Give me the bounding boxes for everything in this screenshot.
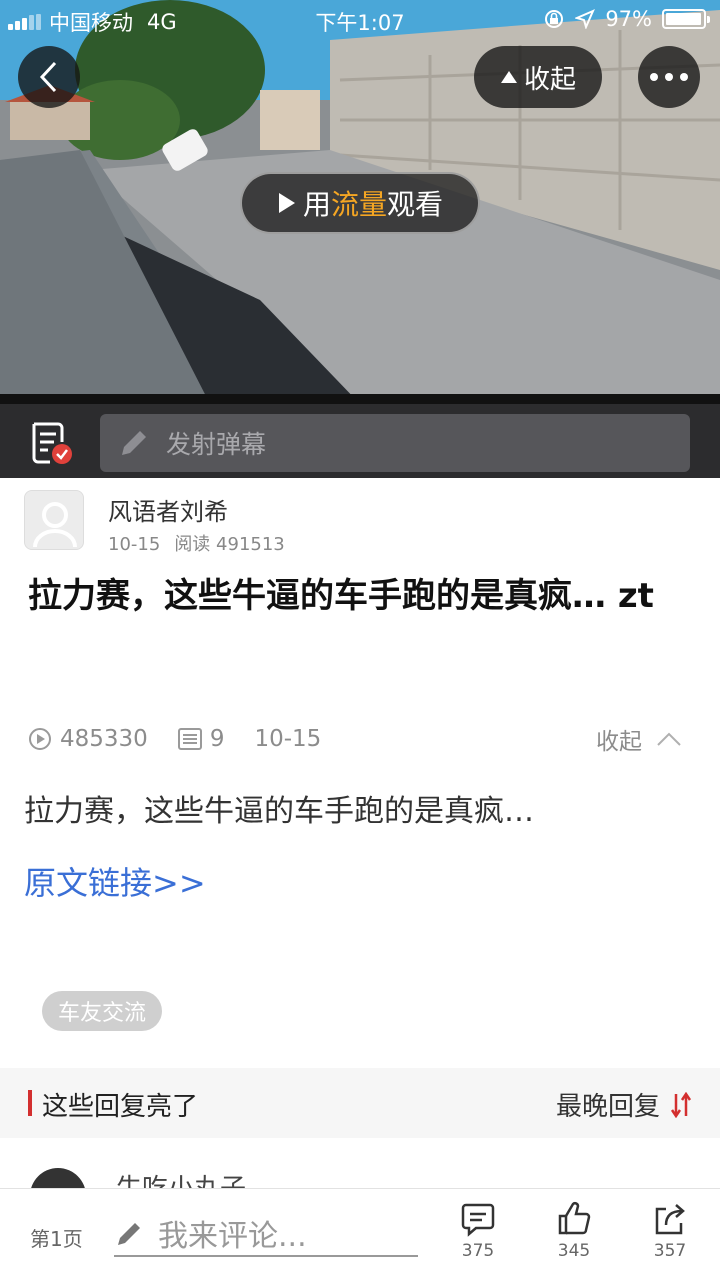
post-meta-date: 10-15: [108, 534, 161, 555]
back-icon: [39, 61, 57, 93]
list-icon: [177, 728, 202, 750]
danmaku-list-icon[interactable]: [28, 420, 74, 466]
read-count: 阅读 491513: [174, 534, 285, 555]
play-prefix: 用: [302, 188, 331, 221]
thumbs-up-icon: [558, 1202, 591, 1235]
post-meta: 10-15 阅读 491513: [108, 530, 285, 556]
comment-placeholder: 我来评论...: [158, 1219, 307, 1254]
share-icon: [655, 1204, 685, 1235]
battery-icon: [662, 9, 710, 29]
triangle-up-icon: [500, 71, 517, 83]
back-button[interactable]: [18, 46, 80, 108]
pencil-icon: [122, 431, 146, 455]
chevron-up-icon: [657, 732, 681, 746]
collapse-desc-label: 收起: [596, 729, 642, 755]
status-bar: 中国移动 4G 下午1:07 97%: [0, 0, 720, 40]
location-icon: [575, 9, 596, 29]
play-icon: [278, 193, 295, 213]
section-accent-bar: [28, 1090, 32, 1116]
avatar[interactable]: [24, 490, 84, 550]
shares-count: 357: [653, 1241, 687, 1261]
bottom-bar: 第1页 我来评论... 375 345 357: [0, 1188, 720, 1280]
replies-section-title: 这些回复亮了: [42, 1092, 199, 1122]
default-avatar-icon: [25, 491, 83, 549]
comments-count: 375: [461, 1241, 495, 1261]
post-stats: 485330 9 10-15 收起: [28, 722, 692, 756]
play-highlight: 流量: [330, 188, 387, 221]
orientation-lock-icon: [545, 10, 564, 28]
reply-item[interactable]: 牛吃小丸子: [0, 1138, 720, 1188]
post-title: 拉力赛，这些牛逼的车手跑的是真疯… zt: [28, 576, 654, 616]
comment-count: 9: [209, 726, 225, 752]
sort-button[interactable]: 最晚回复: [556, 1086, 692, 1123]
more-button[interactable]: [638, 46, 700, 108]
original-link[interactable]: 原文链接>>: [24, 858, 206, 904]
video-player[interactable]: 中国移动 4G 下午1:07 97% 收起 用流量观看: [0, 0, 720, 404]
replies-header: 这些回复亮了 最晚回复: [0, 1068, 720, 1138]
sort-label: 最晚回复: [555, 1092, 660, 1122]
collapse-video-button[interactable]: 收起: [474, 46, 602, 108]
likes-count: 345: [557, 1241, 591, 1261]
topic-tag[interactable]: 车友交流: [42, 991, 163, 1031]
play-suffix: 观看: [387, 188, 444, 221]
reply-author[interactable]: 牛吃小丸子: [116, 1168, 246, 1188]
battery-percent: 97%: [605, 7, 652, 31]
collapse-desc-button[interactable]: 收起: [596, 722, 682, 756]
play-count: 485330: [60, 726, 148, 752]
collapse-video-label: 收起: [523, 64, 576, 95]
comment-input[interactable]: 我来评论...: [114, 1211, 418, 1257]
comment-icon: [461, 1203, 495, 1237]
pencil-icon: [118, 1223, 140, 1245]
post-date: 10-15: [254, 726, 322, 752]
reply-avatar[interactable]: [30, 1168, 86, 1188]
post-description: 拉力赛，这些牛逼的车手跑的是真疯…: [24, 794, 534, 829]
danmaku-placeholder: 发射弹幕: [166, 430, 267, 459]
play-circle-icon: [29, 728, 51, 750]
danmaku-input[interactable]: 发射弹幕: [100, 414, 690, 472]
comments-button[interactable]: 375: [448, 1201, 508, 1261]
play-with-data-label: 用流量观看: [303, 183, 443, 223]
danmaku-bar: 发射弹幕: [0, 404, 720, 478]
like-button[interactable]: 345: [544, 1201, 604, 1261]
share-button[interactable]: 357: [640, 1201, 700, 1261]
page-label[interactable]: 第1页: [30, 1223, 83, 1252]
sort-icon: [670, 1091, 692, 1118]
play-with-data-button[interactable]: 用流量观看: [240, 172, 480, 234]
author-name[interactable]: 风语者刘希: [108, 492, 228, 527]
more-icon: [650, 73, 688, 81]
